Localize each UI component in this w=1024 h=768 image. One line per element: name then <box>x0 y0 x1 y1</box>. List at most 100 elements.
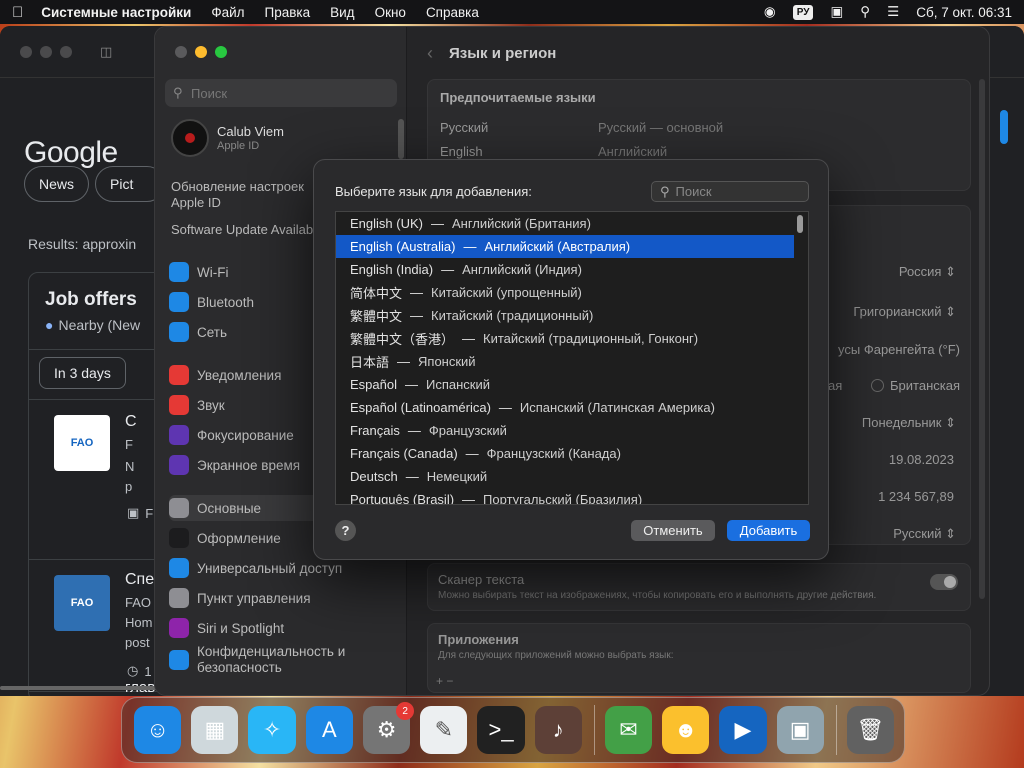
date-format-value[interactable]: 19.08.2023 <box>889 452 954 467</box>
app-menu[interactable]: Системные настройки <box>41 5 191 20</box>
input-source-indicator[interactable]: РУ <box>792 4 814 20</box>
app-store-icon[interactable]: A <box>305 706 353 754</box>
language-list-scrollbar[interactable] <box>797 215 803 233</box>
temperature-popup[interactable]: усы Фаренгейта (°F) <box>838 342 960 357</box>
sidebar-item-label: Оформление <box>197 530 281 546</box>
results-count: Results: approxin <box>28 236 137 252</box>
language-row[interactable]: Français (Canada) — Французский (Канада) <box>336 442 794 465</box>
imovie-icon[interactable]: ▶ <box>719 706 767 754</box>
number-format-value[interactable]: 1 234 567,89 <box>878 489 954 504</box>
language-row[interactable]: English (UK) — Английский (Британия) <box>336 212 794 235</box>
screen-mirroring-icon[interactable]: ▣ <box>830 4 843 20</box>
apple-menu-icon[interactable]:  <box>12 4 23 21</box>
menu-bar:  Системные настройки Файл Правка Вид Ок… <box>0 0 1024 24</box>
language-list[interactable]: English (UK) — Английский (Британия) Englis… <box>335 211 809 505</box>
sidebar-item-icon <box>169 365 189 385</box>
language-row[interactable]: 简体中文 — Китайский (упрощенный) <box>336 281 794 304</box>
job-location-2: Hom <box>125 615 153 630</box>
minimize-button[interactable] <box>40 45 52 58</box>
preferred-languages-title: Предпочитаемые языки <box>440 90 596 105</box>
content-scrollbar[interactable] <box>979 79 985 599</box>
minimize-button[interactable] <box>195 46 207 58</box>
cancel-button[interactable]: Отменить <box>631 520 715 541</box>
separator-dash: — <box>441 262 455 277</box>
chat-bubble-icon[interactable]: ◉ <box>764 4 776 20</box>
menu-help[interactable]: Справка <box>426 5 479 20</box>
sidebar-item-label: Универсальный доступ <box>197 560 343 576</box>
system-settings-icon[interactable]: ⚙ 2 <box>362 702 415 754</box>
preview-icon[interactable]: ▣ <box>776 706 824 754</box>
language-name: Português (Brasil) <box>350 492 455 505</box>
language-search-field[interactable]: ⚲ Поиск <box>651 181 809 202</box>
live-text-panel: Сканер текста Можно выбирать текст на из… <box>427 563 971 611</box>
lang-row-2-name[interactable]: English <box>440 144 483 159</box>
language-row[interactable]: 日本語 — Японский <box>336 350 794 373</box>
language-row[interactable]: Deutsch — Немецкий <box>336 465 794 488</box>
language-row[interactable]: Español — Испанский <box>336 373 794 396</box>
menu-file[interactable]: Файл <box>211 5 244 20</box>
trash-icon[interactable]: 🗑 <box>846 706 895 754</box>
back-chevron-icon[interactable]: ‹ <box>427 43 433 64</box>
zoom-button[interactable] <box>60 45 72 58</box>
notification-badge: 2 <box>396 702 415 720</box>
region-popup[interactable]: Россия ⇕ <box>899 264 956 280</box>
spotlight-search-icon[interactable]: ⚲ <box>860 4 870 20</box>
language-row[interactable]: 繁體中文 — Китайский (традиционный) <box>336 304 794 327</box>
menu-view[interactable]: Вид <box>330 5 354 20</box>
garageband-icon[interactable]: ♪ <box>534 706 582 754</box>
chip-news[interactable]: News <box>24 166 90 202</box>
finder-icon[interactable]: ☺ <box>134 706 182 754</box>
language-name: English (India) <box>350 262 434 277</box>
list-sort-popup[interactable]: Русский ⇕ <box>893 526 956 542</box>
separator-dash: — <box>410 285 424 300</box>
filter-in-3-days[interactable]: In 3 days <box>39 357 126 389</box>
applications-title: Приложения <box>438 632 519 647</box>
lang-row-1-name[interactable]: Русский <box>440 120 488 135</box>
horizontal-scrollbar[interactable] <box>0 686 170 690</box>
zoom-button[interactable] <box>215 46 227 58</box>
control-center-icon[interactable]: ☰ <box>887 4 899 20</box>
sidebar-search-field[interactable]: ⚲ Поиск <box>165 79 397 107</box>
avatar[interactable] <box>171 119 209 157</box>
menu-edit[interactable]: Правка <box>265 5 311 20</box>
live-text-toggle[interactable] <box>930 574 958 590</box>
language-translation: Английский (Британия) <box>451 216 591 231</box>
language-row[interactable]: English (India) — Английский (Индия) <box>336 258 794 281</box>
language-translation: Английский (Индия) <box>462 262 582 277</box>
language-name: Français <box>350 423 400 438</box>
job-title-2[interactable]: Спе <box>125 571 154 589</box>
language-row[interactable]: Français — Французский <box>336 419 794 442</box>
job-title-1[interactable]: C <box>125 413 137 431</box>
close-button[interactable] <box>175 46 187 58</box>
help-button[interactable]: ? <box>335 520 356 541</box>
clock[interactable]: Сб, 7 окт. 06:31 <box>916 5 1012 20</box>
sidebar-item-12[interactable]: Конфиденциальность и безопасность <box>169 642 401 678</box>
launchpad-icon[interactable]: ▦ <box>191 706 239 754</box>
language-row[interactable]: 繁體中文（香港） — Китайский (традиционный, Гонкон… <box>336 327 794 350</box>
add-button[interactable]: Добавить <box>727 520 810 541</box>
add-remove-app-buttons[interactable]: + − <box>436 674 453 688</box>
language-row[interactable]: English (Australia) — Английский (Австрали… <box>336 235 794 258</box>
messages-icon[interactable]: ✉ <box>604 706 653 754</box>
sidebar-item-11[interactable]: Siri и Spotlight <box>169 615 401 641</box>
sidebar-toggle-icon[interactable]: ◫ <box>100 44 112 60</box>
google-logo[interactable]: Google <box>24 136 118 170</box>
language-name: Español <box>350 377 397 392</box>
user-name[interactable]: Calub Viem <box>217 124 284 139</box>
apple-id-update-notice[interactable]: Обновление настроек Apple ID <box>171 179 321 211</box>
language-row[interactable]: Español (Latinoamérica) — Испанский (Латин… <box>336 396 794 419</box>
safari-icon[interactable]: ✧ <box>248 706 296 754</box>
language-name: 简体中文 <box>350 286 403 301</box>
textedit-icon[interactable]: ✎ <box>420 706 468 754</box>
menu-window[interactable]: Окно <box>375 5 406 20</box>
ichat-icon[interactable]: ☻ <box>662 706 710 754</box>
calendar-popup[interactable]: Григорианский ⇕ <box>853 304 956 320</box>
language-row[interactable]: Português (Brasil) — Португальский (Бразил… <box>336 488 794 505</box>
measurement-radio-british[interactable]: Британская <box>871 378 960 393</box>
jobs-card: Job offers ● Nearby (New In 3 days FAO C… <box>28 272 169 696</box>
first-day-popup[interactable]: Понедельник ⇕ <box>862 415 956 431</box>
terminal-icon[interactable]: >_ <box>477 706 525 754</box>
sidebar-scrollbar[interactable] <box>398 119 404 159</box>
sidebar-item-10[interactable]: Пункт управления <box>169 585 401 611</box>
close-button[interactable] <box>20 45 32 58</box>
